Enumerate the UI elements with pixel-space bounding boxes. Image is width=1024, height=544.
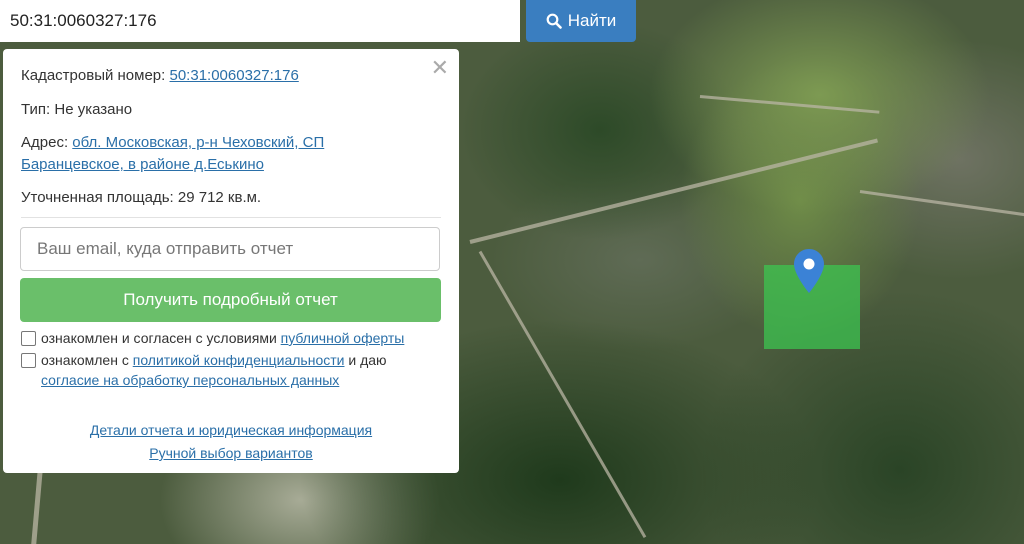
- map-road: [469, 138, 879, 244]
- close-icon[interactable]: ✕: [431, 57, 449, 79]
- map-road: [478, 250, 647, 539]
- address-row: Адрес: обл. Московская, р-н Чеховский, С…: [21, 132, 324, 176]
- map-road: [859, 190, 1024, 217]
- privacy-consent-label: ознакомлен с: [41, 352, 129, 368]
- offer-consent-checkbox[interactable]: [21, 331, 36, 346]
- parcel-info-panel: ✕ Кадастровый номер: 50:31:0060327:176 Т…: [3, 49, 459, 473]
- search-icon: [546, 13, 562, 29]
- manual-selection-link[interactable]: Ручной выбор вариантов: [3, 445, 459, 461]
- type-row: Тип: Не указано: [21, 99, 132, 121]
- map-pin-icon[interactable]: [794, 249, 824, 293]
- privacy-consent-text: ознакомлен с политикой конфиденциальност…: [41, 350, 387, 390]
- report-details-link[interactable]: Детали отчета и юридическая информация: [3, 422, 459, 438]
- cadastral-number-link[interactable]: 50:31:0060327:176: [170, 67, 299, 84]
- search-button[interactable]: Найти: [526, 0, 636, 42]
- public-offer-link[interactable]: публичной оферты: [281, 330, 405, 346]
- search-input[interactable]: [0, 0, 520, 42]
- offer-consent-label: ознакомлен и согласен с условиями: [41, 330, 277, 346]
- search-button-label: Найти: [567, 11, 617, 30]
- privacy-consent-checkbox[interactable]: [21, 353, 36, 368]
- type-value: Не указано: [54, 101, 133, 118]
- map-road: [30, 472, 43, 544]
- cadastral-label: Кадастровый номер:: [21, 67, 166, 84]
- area-label: Уточненная площадь:: [21, 189, 174, 206]
- area-row: Уточненная площадь: 29 712 кв.м.: [21, 187, 261, 209]
- address-line-1: обл. Московская, р-н Чеховский, СП: [72, 134, 325, 151]
- type-label: Тип:: [21, 101, 51, 118]
- cadastral-row: Кадастровый номер: 50:31:0060327:176: [21, 65, 299, 87]
- privacy-policy-link[interactable]: политикой конфиденциальности: [133, 352, 345, 368]
- email-field[interactable]: [20, 227, 440, 271]
- privacy-consent-mid: и даю: [348, 352, 387, 368]
- map-road: [699, 95, 880, 114]
- offer-consent-text: ознакомлен и согласен с условиями публич…: [41, 328, 404, 348]
- address-label: Адрес:: [21, 134, 69, 151]
- get-report-button[interactable]: Получить подробный отчет: [20, 278, 441, 322]
- address-line-2: Баранцевское, в районе д.Еськино: [21, 156, 264, 173]
- area-value: 29 712 кв.м.: [177, 189, 262, 206]
- personal-data-consent-link[interactable]: согласие на обработку персональных данны…: [41, 372, 339, 388]
- panel-divider: [21, 217, 441, 218]
